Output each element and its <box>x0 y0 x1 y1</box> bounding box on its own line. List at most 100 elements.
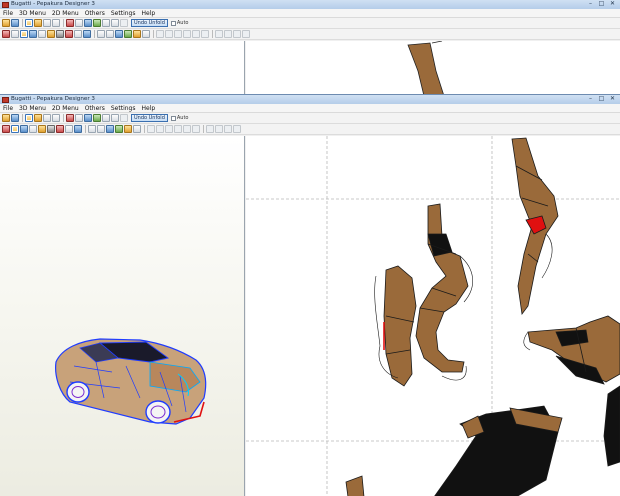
align-left-icon[interactable] <box>147 125 155 133</box>
paper-part[interactable] <box>383 265 417 387</box>
align-center-icon[interactable] <box>156 125 164 133</box>
menu-settings[interactable]: Settings <box>108 9 139 18</box>
fold-icon[interactable] <box>75 19 83 27</box>
part-icon[interactable] <box>106 125 114 133</box>
pen-icon[interactable] <box>2 125 10 133</box>
move-icon[interactable] <box>52 19 60 27</box>
pointer-icon[interactable] <box>20 30 28 38</box>
link-icon[interactable] <box>74 125 82 133</box>
dark-paper-part[interactable] <box>603 385 620 467</box>
pen-icon[interactable] <box>2 30 10 38</box>
checkbox-icon[interactable] <box>170 20 176 26</box>
back-2d-view[interactable] <box>246 41 620 96</box>
grid-icon[interactable] <box>29 30 37 38</box>
scale-icon[interactable] <box>106 30 114 38</box>
undo-unfold-button[interactable]: Undo Unfold <box>131 114 168 122</box>
join-icon[interactable] <box>84 114 92 122</box>
align-bottom-icon[interactable] <box>192 125 200 133</box>
paint-icon[interactable] <box>38 125 46 133</box>
zoom-out-icon[interactable] <box>224 30 232 38</box>
menu-help[interactable]: Help <box>138 104 158 113</box>
zoom-out-icon[interactable] <box>215 125 223 133</box>
align-top-icon[interactable] <box>183 30 191 38</box>
scale-icon[interactable] <box>97 125 105 133</box>
paper-part[interactable] <box>407 42 445 96</box>
maximize-icon[interactable]: □ <box>598 1 605 7</box>
layer-icon[interactable] <box>56 30 64 38</box>
align-top-icon[interactable] <box>174 125 182 133</box>
numbers-icon[interactable] <box>38 30 46 38</box>
paper-part[interactable] <box>415 203 469 373</box>
edit-icon[interactable] <box>66 114 74 122</box>
select-tool-icon[interactable] <box>25 19 33 27</box>
minimize-icon[interactable]: – <box>587 1 594 7</box>
menu-3d[interactable]: 3D Menu <box>16 9 49 18</box>
auto-option[interactable]: Auto <box>170 115 188 121</box>
maximize-icon[interactable]: □ <box>598 96 605 102</box>
edit-icon[interactable] <box>66 19 74 27</box>
numbers-icon[interactable] <box>29 125 37 133</box>
flip-icon[interactable] <box>11 30 19 38</box>
zoom-fit-icon[interactable] <box>224 125 232 133</box>
texture-icon[interactable] <box>34 19 42 27</box>
zoom-in-icon[interactable] <box>215 30 223 38</box>
undo-icon[interactable] <box>120 19 128 27</box>
undo-unfold-button[interactable]: Undo Unfold <box>131 19 168 27</box>
tape-icon[interactable] <box>65 125 73 133</box>
menu-others[interactable]: Others <box>82 104 108 113</box>
align-middle-icon[interactable] <box>183 125 191 133</box>
align-center-icon[interactable] <box>165 30 173 38</box>
arrange-icon[interactable] <box>97 30 105 38</box>
link-icon[interactable] <box>83 30 91 38</box>
auto-option[interactable]: Auto <box>170 20 188 26</box>
paint-icon[interactable] <box>47 30 55 38</box>
menu-file[interactable]: File <box>0 9 16 18</box>
front-titlebar[interactable]: Bugatti - Pepakura Designer 3 – □ ✕ <box>0 95 620 104</box>
align-right-icon[interactable] <box>174 30 182 38</box>
undo-icon[interactable] <box>120 114 128 122</box>
move-icon[interactable] <box>52 114 60 122</box>
paper-part[interactable] <box>345 475 365 496</box>
cut-icon[interactable] <box>56 125 64 133</box>
zoom-page-icon[interactable] <box>233 125 241 133</box>
zoom-in-icon[interactable] <box>206 125 214 133</box>
view-icon[interactable] <box>102 114 110 122</box>
menu-others[interactable]: Others <box>82 9 108 18</box>
frame-icon[interactable] <box>111 114 119 122</box>
3d-view[interactable] <box>0 136 245 496</box>
close-icon[interactable]: ✕ <box>609 1 616 7</box>
back-titlebar[interactable]: Bugatti - Pepakura Designer 3 – □ ✕ <box>0 0 620 9</box>
open-icon[interactable] <box>2 19 10 27</box>
label-icon[interactable] <box>124 125 132 133</box>
join-icon[interactable] <box>84 19 92 27</box>
car-model[interactable] <box>55 338 207 425</box>
align-bottom-icon[interactable] <box>201 30 209 38</box>
align-middle-icon[interactable] <box>192 30 200 38</box>
cut-icon[interactable] <box>65 30 73 38</box>
pointer-icon[interactable] <box>11 125 19 133</box>
view-icon[interactable] <box>102 19 110 27</box>
menu-file[interactable]: File <box>0 104 16 113</box>
menu-2d[interactable]: 2D Menu <box>49 104 82 113</box>
align-right-icon[interactable] <box>165 125 173 133</box>
tape-icon[interactable] <box>74 30 82 38</box>
frame-icon[interactable] <box>111 19 119 27</box>
rotate-icon[interactable] <box>43 114 51 122</box>
select-tool-icon[interactable] <box>25 114 33 122</box>
menu-settings[interactable]: Settings <box>108 104 139 113</box>
texture-icon[interactable] <box>34 114 42 122</box>
menu-2d[interactable]: 2D Menu <box>49 9 82 18</box>
open-icon[interactable] <box>2 114 10 122</box>
close-icon[interactable]: ✕ <box>609 96 616 102</box>
label-icon[interactable] <box>133 30 141 38</box>
fold-icon[interactable] <box>75 114 83 122</box>
align-left-icon[interactable] <box>156 30 164 38</box>
zoom-page-icon[interactable] <box>242 30 250 38</box>
arrange-icon[interactable] <box>88 125 96 133</box>
back-3d-view[interactable] <box>0 41 245 96</box>
menu-3d[interactable]: 3D Menu <box>16 104 49 113</box>
page-icon[interactable] <box>133 125 141 133</box>
page-icon[interactable] <box>142 30 150 38</box>
save-icon[interactable] <box>11 19 19 27</box>
part-icon[interactable] <box>115 30 123 38</box>
